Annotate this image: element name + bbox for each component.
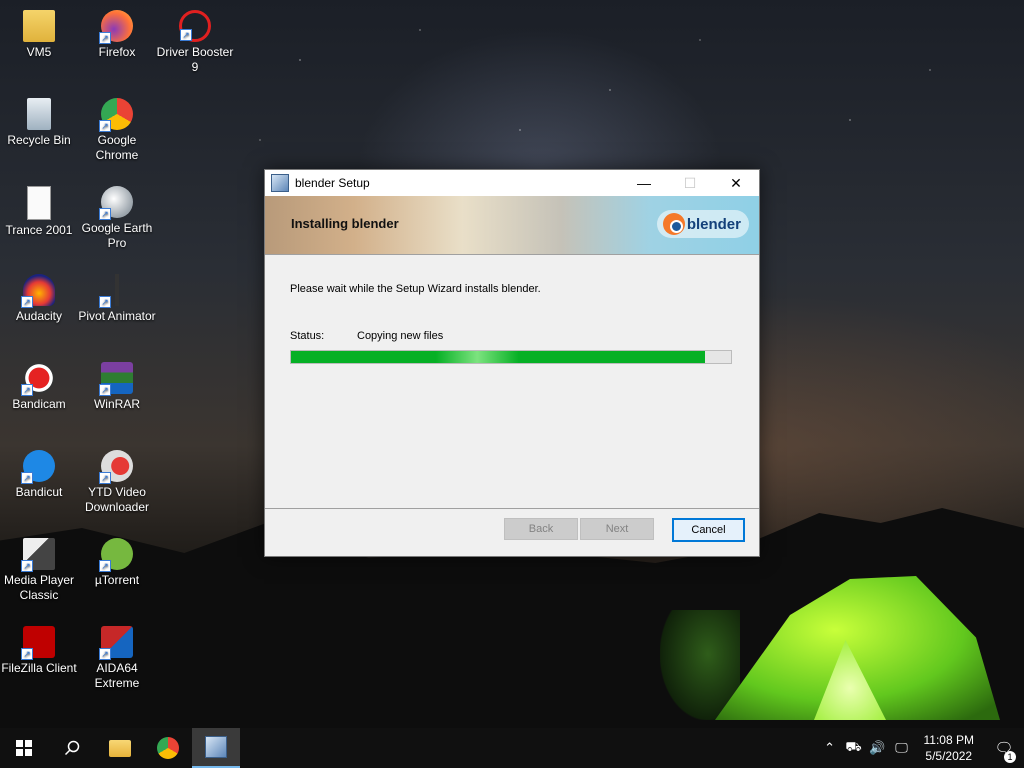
desktop-icon-media-player-classic[interactable]: ↗ Media Player Classic xyxy=(0,538,78,603)
desktop-icon-label: Bandicut xyxy=(15,485,63,499)
bandicam-icon: ↗ xyxy=(21,362,55,396)
dialog-title: blender Setup xyxy=(295,176,370,190)
dialog-titlebar[interactable]: blender Setup — ☐ ✕ xyxy=(265,170,759,196)
installer-banner: Installing blender blender xyxy=(265,196,759,255)
page-heading: Installing blender xyxy=(291,216,399,231)
notification-button[interactable]: 🗨 1 xyxy=(984,739,1024,763)
desktop-icon-google-chrome[interactable]: ↗ Google Chrome xyxy=(78,98,156,163)
dialog-content: Please wait while the Setup Wizard insta… xyxy=(265,255,759,507)
filezilla-icon: ↗ xyxy=(21,626,55,660)
desktop-icon-bandicut[interactable]: ↗ Bandicut xyxy=(0,450,78,500)
desktop-icon-ytd-video-downloader[interactable]: ↗ YTD Video Downloader xyxy=(78,450,156,515)
next-button[interactable]: Next xyxy=(580,518,654,540)
clock-time: 11:08 PM xyxy=(923,733,974,747)
desktop-icon-audacity[interactable]: ↗ Audacity xyxy=(0,274,78,324)
windows-logo-icon xyxy=(16,740,32,756)
driver-booster-icon: ↗ xyxy=(179,10,211,42)
blender-logo-icon xyxy=(662,213,685,235)
volume-icon[interactable]: 🔊 xyxy=(866,740,890,756)
back-button[interactable]: Back xyxy=(504,518,578,540)
desktop-icon-label: Trance 2001 xyxy=(5,223,73,237)
desktop-icon-label: WinRAR xyxy=(93,397,140,411)
status-value: Copying new files xyxy=(357,330,444,342)
setup-dialog: blender Setup — ☐ ✕ Installing blender b… xyxy=(264,169,760,557)
desktop-icon-vm5[interactable]: VM5 xyxy=(0,10,78,60)
desktop-icon-firefox[interactable]: ↗ Firefox xyxy=(78,10,156,60)
search-icon xyxy=(64,740,80,756)
desktop-icon-bandicam[interactable]: ↗ Bandicam xyxy=(0,362,78,412)
setup-installer-icon xyxy=(205,736,227,758)
blender-logo: blender xyxy=(656,210,749,238)
utorrent-icon: ↗ xyxy=(99,538,133,572)
desktop-icon-pivot-animator[interactable]: ↗ Pivot Animator xyxy=(78,274,156,324)
desktop-icon-label: µTorrent xyxy=(94,573,140,587)
desktop-icon-trance-2001[interactable]: Trance 2001 xyxy=(0,186,78,238)
taskbar-chrome[interactable] xyxy=(144,728,192,768)
taskbar-blender-setup[interactable] xyxy=(192,728,240,768)
chrome-icon xyxy=(157,737,179,759)
file-explorer-icon xyxy=(109,739,131,757)
desktop-icon-label: Audacity xyxy=(15,309,63,323)
recycle-bin-icon xyxy=(27,98,51,130)
aida64-icon: ↗ xyxy=(99,626,133,660)
bandicut-icon: ↗ xyxy=(21,450,55,484)
desktop-icon-recycle-bin[interactable]: Recycle Bin xyxy=(0,98,78,148)
close-button[interactable]: ✕ xyxy=(713,170,759,196)
chevron-up-icon[interactable]: ⌃ xyxy=(818,740,842,756)
start-button[interactable] xyxy=(0,728,48,768)
desktop-icon-label: Driver Booster 9 xyxy=(156,45,234,74)
button-separator xyxy=(265,508,759,509)
desktop-icon-label: Pivot Animator xyxy=(78,309,156,323)
blender-logo-text: blender xyxy=(686,215,741,233)
search-button[interactable] xyxy=(48,728,96,768)
maximize-button: ☐ xyxy=(683,174,697,191)
notification-badge: 1 xyxy=(1004,751,1016,763)
taskbar-file-explorer[interactable] xyxy=(96,728,144,768)
desktop-icon-label: VM5 xyxy=(26,45,52,59)
mpc-icon: ↗ xyxy=(21,538,55,572)
document-icon xyxy=(27,186,51,220)
desktop-icon-google-earth-pro[interactable]: ↗ Google Earth Pro xyxy=(78,186,156,251)
progress-fill xyxy=(291,351,705,363)
taskbar: ⌃ ⛟ 🔊 🖵 11:08 PM 5/5/2022 🗨 1 xyxy=(0,728,1024,768)
system-tray: ⌃ ⛟ 🔊 🖵 11:08 PM 5/5/2022 🗨 1 xyxy=(818,728,1024,768)
desktop-icon-filezilla-client[interactable]: ↗ FileZilla Client xyxy=(0,626,78,676)
desktop-icon-label: Bandicam xyxy=(12,397,66,411)
cancel-button[interactable]: Cancel xyxy=(672,518,745,542)
clock-date: 5/5/2022 xyxy=(925,749,973,763)
status-label: Status: xyxy=(290,330,325,342)
desktop-icon-label: Google Chrome xyxy=(95,133,139,162)
desktop-icon-driver-booster[interactable]: ↗ Driver Booster 9 xyxy=(156,10,234,75)
display-icon[interactable]: 🖵 xyxy=(890,740,914,756)
desktop-icon-label: Google Earth Pro xyxy=(81,221,153,250)
desktop-icon-label: FileZilla Client xyxy=(1,661,77,675)
pivot-icon: ↗ xyxy=(99,274,133,308)
wait-message: Please wait while the Setup Wizard insta… xyxy=(290,283,541,295)
desktop-icon-label: Recycle Bin xyxy=(7,133,71,147)
minimize-button[interactable]: — xyxy=(621,170,667,196)
desktop-icon-aida64-extreme[interactable]: ↗ AIDA64 Extreme xyxy=(78,626,156,691)
desktop-icon-label: YTD Video Downloader xyxy=(84,485,150,514)
installer-app-icon xyxy=(271,174,289,192)
network-off-icon[interactable]: ⛟ xyxy=(842,739,866,757)
chrome-icon: ↗ xyxy=(99,98,133,132)
desktop-icon-winrar[interactable]: ↗ WinRAR xyxy=(78,362,156,412)
firefox-icon: ↗ xyxy=(99,10,133,44)
ytd-icon: ↗ xyxy=(99,450,133,484)
clock[interactable]: 11:08 PM 5/5/2022 xyxy=(914,732,984,764)
winrar-icon: ↗ xyxy=(99,362,133,396)
google-earth-icon: ↗ xyxy=(99,186,133,220)
desktop-icon-label: Media Player Classic xyxy=(3,573,75,602)
install-progress-bar xyxy=(290,350,732,364)
desktop-icon-label: AIDA64 Extreme xyxy=(94,661,140,690)
desktop-icon-utorrent[interactable]: ↗ µTorrent xyxy=(78,538,156,588)
audacity-icon: ↗ xyxy=(21,274,55,308)
button-row: Back Next Cancel xyxy=(502,518,745,542)
desktop-icon-label: Firefox xyxy=(98,45,136,59)
folder-user-icon xyxy=(23,10,55,42)
